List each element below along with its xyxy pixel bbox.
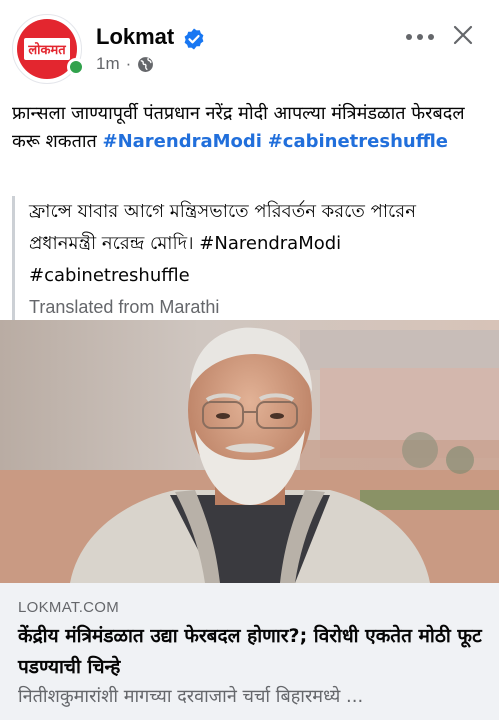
link-title[interactable]: केंद्रीय मंत्रिमंडळात उद्या फेरबदल होणार… (18, 621, 488, 683)
link-domain: LOKMAT.COM (18, 599, 120, 616)
link-preview-card[interactable]: LOKMAT.COM केंद्रीय मंत्रिमंडळात उद्या फ… (0, 583, 499, 720)
post-header: लोकमत Lokmat 1m · (0, 0, 499, 96)
close-icon[interactable] (452, 24, 474, 46)
hashtag-cabinetreshuffle[interactable]: #cabinetreshuffle (268, 131, 448, 152)
post-meta: 1m · (96, 54, 154, 74)
post-message: फ्रान्सला जाण्यापूर्वी पंतप्रधान नरेंद्र… (12, 100, 490, 156)
page-name-link[interactable]: Lokmat (96, 24, 174, 50)
translated-text: ফ্রান্সে যাবার আগে মন্ত্রিসভাতে পরিবর্তন… (29, 201, 416, 286)
translated-from-label[interactable]: Translated from Marathi (29, 292, 482, 322)
hashtag-narendramodi[interactable]: #NarendraModi (103, 131, 262, 152)
post-timestamp[interactable]: 1m (96, 54, 120, 74)
avatar-logo-text: लोकमत (24, 38, 70, 60)
translation-block: ফ্রান্সে যাবার আগে মন্ত্রিসভাতে পরিবর্তন… (12, 196, 482, 322)
meta-separator: · (125, 54, 132, 73)
verified-badge-icon (184, 28, 204, 50)
post-photo-illustration (0, 320, 499, 583)
globe-icon (138, 56, 154, 72)
online-status-dot (67, 58, 85, 76)
link-description: नितीशकुमारांशी मागच्या दरवाजाने चर्चा बि… (18, 686, 364, 707)
post-image[interactable] (0, 320, 499, 583)
more-options-icon[interactable] (404, 30, 436, 44)
